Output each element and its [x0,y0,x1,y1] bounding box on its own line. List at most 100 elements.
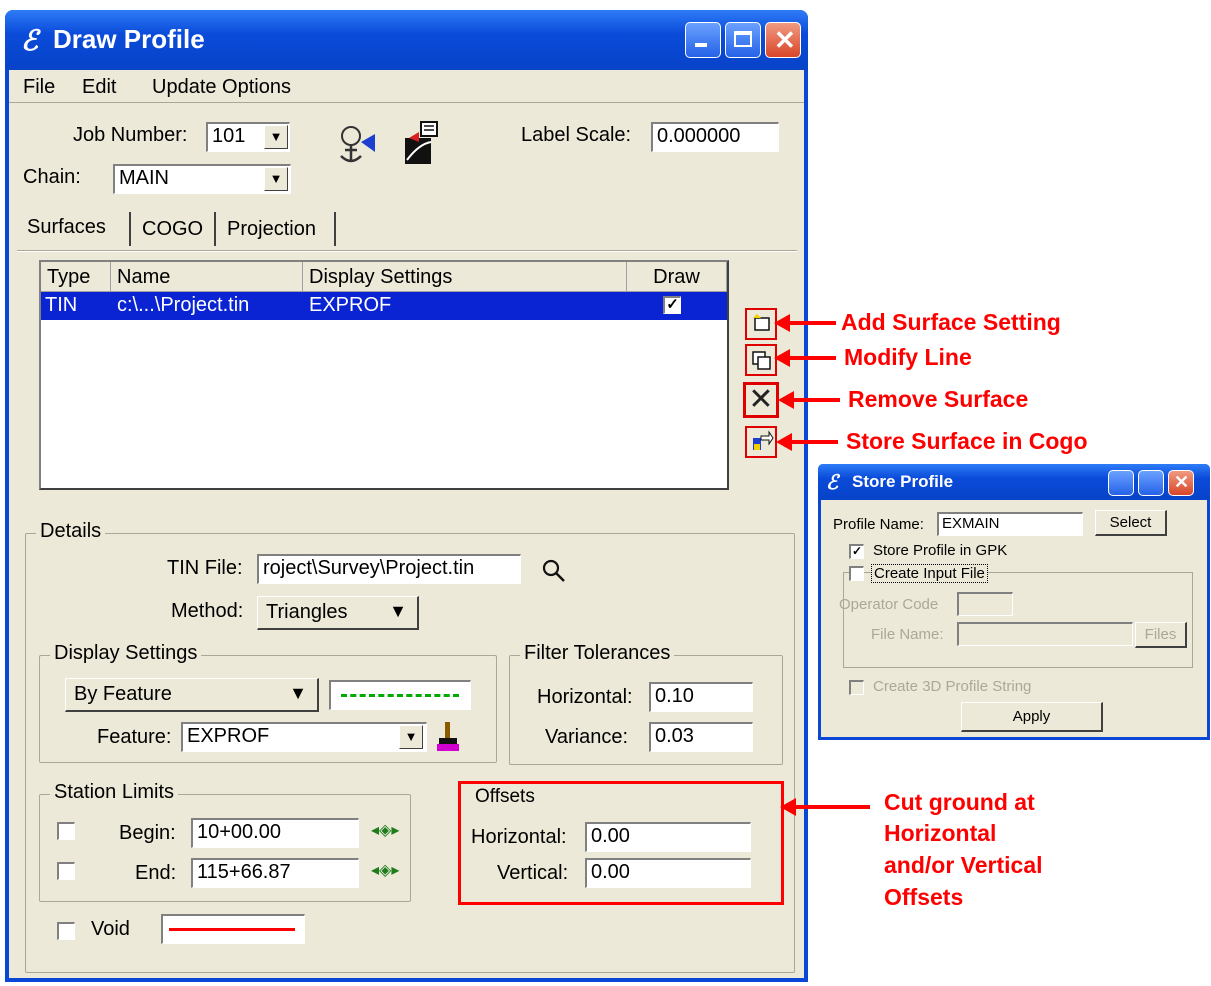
profile-name-input[interactable]: EXMAIN [937,512,1083,536]
remove-icon: ✕ [748,383,774,416]
profile-name-label: Profile Name: [833,516,924,533]
label-scale-value: 0.000000 [657,125,741,147]
apply-button[interactable]: Apply [961,702,1103,732]
method-select[interactable]: Triangles ▼ [257,596,419,630]
column-header-draw[interactable]: Draw [627,262,727,292]
add-surface-setting-button[interactable] [745,308,777,340]
close-button[interactable]: ✕ [765,22,801,58]
locate-begin-icon[interactable]: ◂◈▸ [371,820,399,840]
tab-divider [214,212,216,246]
end-label: End: [135,862,177,884]
begin-checkbox[interactable] [57,822,75,840]
feature-combo[interactable]: EXPROF [181,722,427,752]
tab-divider [334,212,336,246]
offset-vertical-input[interactable]: 0.00 [585,858,751,888]
menu-edit[interactable]: Edit [82,76,116,99]
operator-code-input[interactable] [957,592,1013,616]
annotation-offsets-line-3: and/or Vertical [884,852,1043,878]
table-row[interactable]: TIN c:\...\Project.tin EXPROF ✓ [41,292,727,320]
anchor-locate-icon[interactable] [331,122,377,166]
variance-input[interactable]: 0.03 [649,722,753,752]
store-close-button[interactable]: ✕ [1168,470,1194,496]
close-icon: ✕ [1174,472,1190,492]
row-display-settings: EXPROF [309,294,392,316]
offsets-title: Offsets [475,786,535,807]
label-scale-label: Label Scale: [521,124,632,146]
store-profile-window: ℰ Store Profile ✕ Profile Name: EXMAIN S… [818,464,1210,740]
column-header-type[interactable]: Type [41,262,111,292]
offset-vertical-label: Vertical: [497,862,569,884]
filter-horizontal-input[interactable]: 0.10 [649,682,753,712]
menu-update-options[interactable]: Update Options [152,76,291,99]
job-number-dropdown-button[interactable]: ▼ [264,125,288,149]
tab-surfaces[interactable]: Surfaces [27,216,106,239]
select-button[interactable]: Select [1095,510,1167,536]
store-in-gpk-label: Store Profile in GPK [873,542,1008,559]
job-number-value: 101 [212,125,246,147]
chevron-down-icon: ▼ [389,601,407,621]
create-input-file-checkbox[interactable] [849,566,864,581]
tab-cogo[interactable]: COGO [142,218,203,241]
filter-tolerances-title: Filter Tolerances [520,642,675,665]
menu-divider [9,102,804,103]
paint-brush-icon[interactable] [435,720,461,757]
column-header-display-settings[interactable]: Display Settings [303,262,627,292]
create-3d-label: Create 3D Profile String [873,678,1032,695]
create-3d-checkbox[interactable] [849,680,864,695]
row-type: TIN [45,294,78,316]
arrow-modify-line [774,349,836,367]
remove-surface-button[interactable]: ✕ [743,382,779,418]
tab-projection[interactable]: Projection [227,218,316,241]
row-draw-checkbox[interactable]: ✓ [663,296,681,314]
window-title: Draw Profile [53,24,205,54]
feature-value: EXPROF [187,725,270,747]
store-surface-in-cogo-button[interactable] [745,426,777,458]
details-group-title: Details [36,520,106,543]
begin-station-input[interactable]: 10+00.00 [191,818,359,848]
void-checkbox[interactable] [57,922,75,940]
store-maximize-button[interactable] [1138,470,1164,496]
display-settings-title: Display Settings [50,642,202,665]
file-name-input[interactable] [957,622,1133,646]
feature-dropdown-button[interactable]: ▼ [399,725,423,749]
arrow-remove-surface [778,391,840,409]
variance-value: 0.03 [655,725,694,747]
chain-label: Chain: [23,166,81,188]
modify-line-button[interactable] [745,344,777,376]
tin-file-input[interactable]: roject\Survey\Project.tin [257,554,521,584]
offset-vertical-value: 0.00 [591,861,630,883]
void-line-style-preview[interactable] [161,914,305,944]
store-in-gpk-checkbox[interactable]: ✓ [849,544,864,559]
maximize-button[interactable] [725,22,761,58]
offset-horizontal-input[interactable]: 0.00 [585,822,751,852]
draw-profile-icon[interactable] [401,120,441,166]
menu-file[interactable]: File [23,76,55,99]
close-icon: ✕ [774,25,796,55]
locate-end-icon[interactable]: ◂◈▸ [371,860,399,880]
annotation-offsets-line-2: Horizontal [884,820,997,846]
title-bar[interactable]: ℰ Draw Profile ✕ [5,10,808,70]
store-profile-title: Store Profile [852,472,954,491]
store-profile-title-bar[interactable]: ℰ Store Profile ✕ [818,464,1210,500]
minimize-button[interactable] [685,22,721,58]
tin-file-value: roject\Survey\Project.tin [263,557,475,579]
surfaces-list[interactable]: Type Name Display Settings Draw TIN c:\.… [39,260,729,490]
annotation-offsets-line-4: Offsets [884,884,964,910]
arrow-add-surface [774,314,836,332]
browse-search-icon[interactable] [541,558,567,591]
method-label: Method: [171,600,244,622]
tin-file-label: TIN File: [167,557,243,579]
create-input-file-label: Create Input File [871,564,988,583]
profile-name-value: EXMAIN [942,515,1000,532]
job-number-label: Job Number: [73,124,188,146]
begin-label: Begin: [119,822,176,844]
end-checkbox[interactable] [57,862,75,880]
store-minimize-button[interactable] [1108,470,1134,496]
label-scale-input[interactable]: 0.000000 [651,122,779,152]
end-station-input[interactable]: 115+66.87 [191,858,359,888]
chain-dropdown-button[interactable]: ▼ [264,167,288,191]
files-button[interactable]: Files [1135,622,1187,648]
display-line-style-preview[interactable] [329,680,471,710]
display-mode-select[interactable]: By Feature ▼ [65,678,319,712]
column-header-name[interactable]: Name [111,262,303,292]
